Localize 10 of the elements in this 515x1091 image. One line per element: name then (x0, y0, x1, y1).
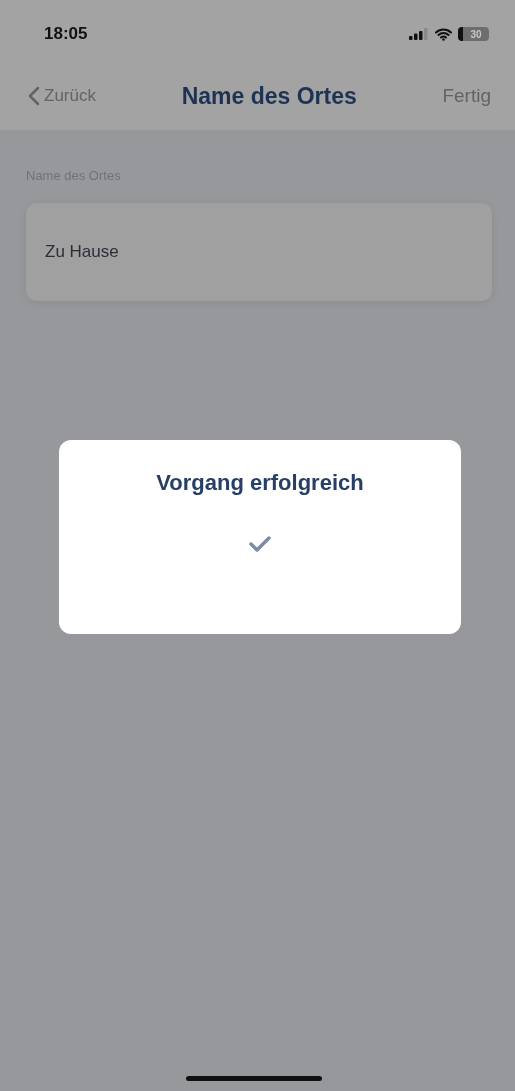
dialog-title: Vorgang erfolgreich (156, 470, 364, 496)
chevron-left-icon (28, 86, 40, 106)
battery-icon: 30 (458, 27, 489, 41)
back-button[interactable]: Zurück (28, 86, 96, 106)
status-time: 18:05 (44, 24, 88, 44)
nav-title: Name des Ortes (181, 82, 357, 110)
signal-icon (409, 28, 429, 40)
wifi-icon (435, 27, 452, 41)
done-button[interactable]: Fertig (442, 85, 491, 107)
name-input-field[interactable]: Zu Hause (26, 203, 492, 301)
